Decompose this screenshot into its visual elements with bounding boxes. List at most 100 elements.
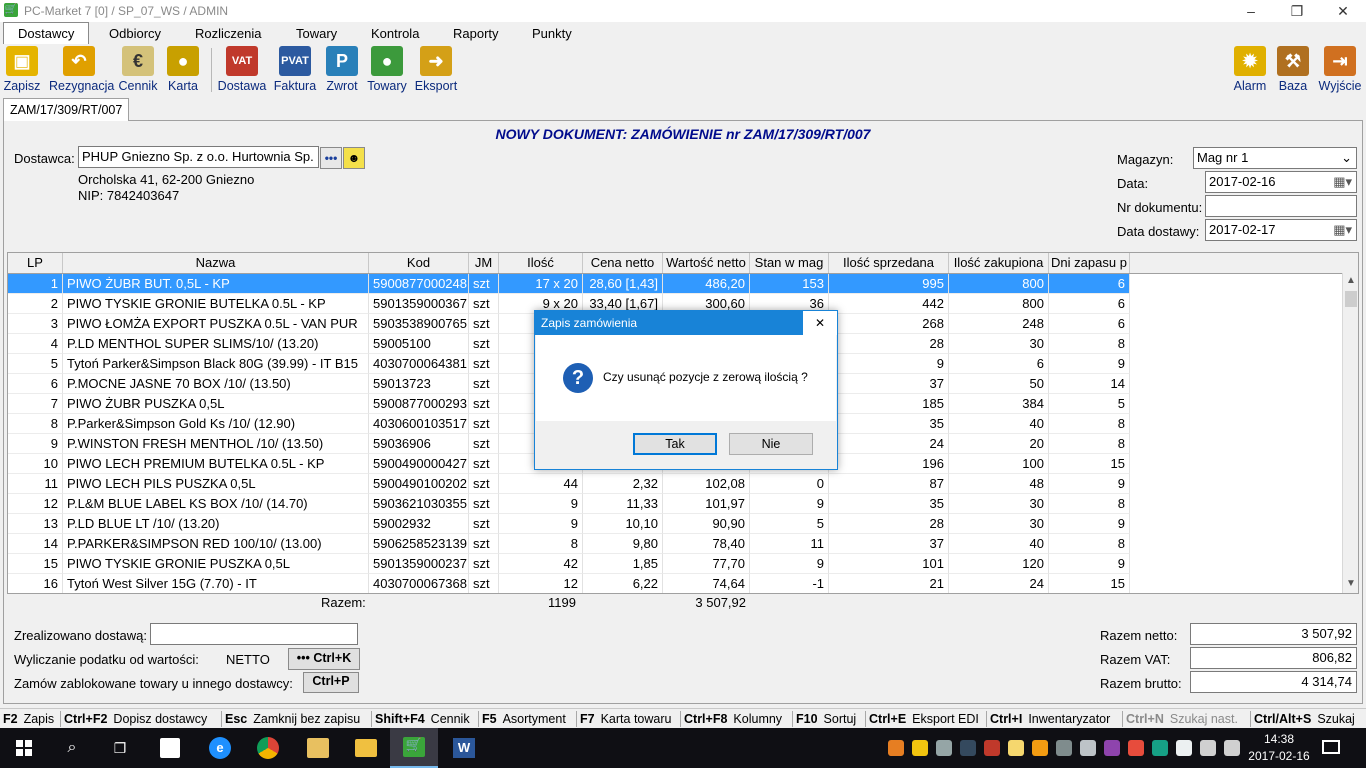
cell-quantity[interactable]: 9 [499,514,583,534]
tray-icon-2[interactable] [912,740,928,756]
cell-code[interactable]: 5900490000427 [369,454,469,474]
fkey-ctrl-alt-s[interactable]: Ctrl/Alt+S Szukaj [1254,712,1355,726]
taskbar-store[interactable] [146,728,194,768]
cell-lp[interactable]: 12 [8,494,63,514]
cell-days-supply[interactable]: 8 [1049,414,1130,434]
cell-code[interactable]: 59036906 [369,434,469,454]
col-dni-zapasu[interactable]: Dni zapasu p [1049,253,1130,273]
cell-purchased[interactable]: 48 [949,474,1049,494]
cell-unit[interactable]: szt [469,374,499,394]
clock-date[interactable]: 2017-02-16 [1246,749,1312,763]
tray-icon-5[interactable] [984,740,1000,756]
fkey-f7[interactable]: F7 Karta towaru [580,712,671,726]
cell-name[interactable]: PIWO TYSKIE GRONIE BUTELKA 0.5L - KP [63,294,369,314]
scroll-down-icon[interactable]: ▼ [1346,578,1356,589]
cell-code[interactable]: 59002932 [369,514,469,534]
cell-name[interactable]: PIWO LECH PILS PUSZKA 0,5L [63,474,369,494]
cell-purchased[interactable]: 384 [949,394,1049,414]
cell-days-supply[interactable]: 9 [1049,514,1130,534]
cell-unit[interactable]: szt [469,294,499,314]
fkey-ctrl-i[interactable]: Ctrl+I Inwentaryzator [990,712,1110,726]
cell-lp[interactable]: 4 [8,334,63,354]
cell-net-value[interactable]: 77,70 [663,554,750,574]
cell-purchased[interactable]: 50 [949,374,1049,394]
col-stan-w-mag[interactable]: Stan w mag [750,253,829,273]
cloud-icon[interactable] [936,740,952,756]
col-kod[interactable]: Kod [369,253,469,273]
cell-lp[interactable]: 15 [8,554,63,574]
cell-code[interactable]: 59005100 [369,334,469,354]
cell-code[interactable]: 5900877000248 [369,274,469,294]
cell-name[interactable]: P.WINSTON FRESH MENTHOL /10/ (13.50) [63,434,369,454]
cell-days-supply[interactable]: 6 [1049,274,1130,294]
tray-icon-10[interactable] [1104,740,1120,756]
vertical-scrollbar[interactable]: ▲ ▼ [1342,273,1358,593]
cell-unit[interactable]: szt [469,574,499,593]
menu-raporty[interactable]: Raporty [453,26,499,41]
cell-stock[interactable]: 0 [750,474,829,494]
cell-days-supply[interactable]: 6 [1049,294,1130,314]
table-row[interactable]: 15 PIWO TYSKIE GRONIE PUSZKA 0,5L 59013590… [8,554,1130,574]
volume-icon[interactable] [1224,740,1240,756]
cell-sold[interactable]: 101 [829,554,949,574]
cell-unit[interactable]: szt [469,474,499,494]
blocked-ctrl-p-button[interactable]: Ctrl+P [303,672,359,693]
warehouse-select[interactable]: Mag nr 1 ⌄ [1193,147,1357,169]
tray-icon-1[interactable] [888,740,904,756]
cell-lp[interactable]: 8 [8,414,63,434]
cell-lp[interactable]: 14 [8,534,63,554]
cell-sold[interactable]: 28 [829,334,949,354]
menu-odbiorcy[interactable]: Odbiorcy [109,26,161,41]
cell-days-supply[interactable]: 8 [1049,494,1130,514]
cell-quantity[interactable]: 12 [499,574,583,593]
cell-sold[interactable]: 9 [829,354,949,374]
col-lp[interactable]: LP [8,253,63,273]
cell-net-price[interactable]: 9,80 [583,534,663,554]
cell-net-value[interactable]: 90,90 [663,514,750,534]
taskbar-chrome[interactable] [244,728,292,768]
no-button[interactable]: Nie [729,433,813,455]
fkey-esc[interactable]: Esc Zamknij bez zapisu [225,712,360,726]
table-row[interactable]: 13 P.LD BLUE LT /10/ (13.20) 59002932 szt 9 1… [8,514,1130,534]
cell-name[interactable]: Tytoń West Silver 15G (7.70) - IT [63,574,369,593]
cell-lp[interactable]: 2 [8,294,63,314]
tray-icon-9[interactable] [1080,740,1096,756]
tray-icon-11[interactable] [1128,740,1144,756]
dialog-close-button[interactable]: ✕ [802,311,837,335]
tray-icon-4[interactable] [960,740,976,756]
tray-icon-8[interactable] [1056,740,1072,756]
cell-code[interactable]: 5903621030355 [369,494,469,514]
maximize-button[interactable]: ❐ [1274,0,1320,22]
tray-icon-7[interactable] [1032,740,1048,756]
cell-unit[interactable]: szt [469,434,499,454]
table-row[interactable]: 1 PIWO ŻUBR BUT. 0,5L - KP 5900877000248 sz… [8,274,1130,294]
col-ilosc[interactable]: Ilość [499,253,583,273]
cell-days-supply[interactable]: 14 [1049,374,1130,394]
cell-purchased[interactable]: 30 [949,334,1049,354]
cell-purchased[interactable]: 100 [949,454,1049,474]
tray-icon-12[interactable] [1152,740,1168,756]
cell-purchased[interactable]: 20 [949,434,1049,454]
cell-net-price[interactable]: 2,32 [583,474,663,494]
cell-net-price[interactable]: 1,85 [583,554,663,574]
taskbar-pcmarket[interactable]: 🛒 [390,728,438,768]
cell-lp[interactable]: 13 [8,514,63,534]
cell-sold[interactable]: 87 [829,474,949,494]
cell-lp[interactable]: 11 [8,474,63,494]
cancel-button[interactable]: ↶ Rezygnacja [49,44,114,96]
cell-name[interactable]: P.MOCNE JASNE 70 BOX /10/ (13.50) [63,374,369,394]
cell-unit[interactable]: szt [469,414,499,434]
table-row[interactable]: 14 P.PARKER&SIMPSON RED 100/10/ (13.00) 59… [8,534,1130,554]
menu-kontrola[interactable]: Kontrola [371,26,419,41]
cell-sold[interactable]: 35 [829,414,949,434]
cell-lp[interactable]: 1 [8,274,63,294]
cell-code[interactable]: 4030600103517 [369,414,469,434]
delivery-button[interactable]: VAT Dostawa [212,44,272,96]
cell-quantity[interactable]: 17 x 20 [499,274,583,294]
cell-purchased[interactable]: 30 [949,494,1049,514]
cell-days-supply[interactable]: 8 [1049,334,1130,354]
cell-unit[interactable]: szt [469,354,499,374]
cell-purchased[interactable]: 40 [949,414,1049,434]
cell-unit[interactable]: szt [469,514,499,534]
cell-stock[interactable]: 9 [750,554,829,574]
